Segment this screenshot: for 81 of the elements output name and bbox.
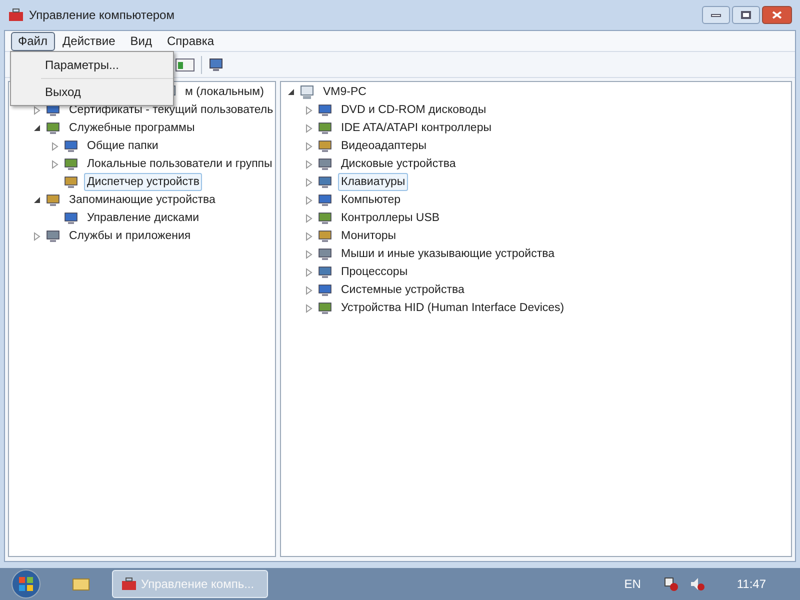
tree-item[interactable]: Запоминающие устройства [66,191,218,209]
device-icon [317,228,333,244]
maximize-button[interactable] [732,6,760,24]
device-icon [63,156,79,172]
expanded-arrow-icon[interactable] [33,196,41,204]
monitor-icon[interactable] [208,56,224,72]
collapsed-arrow-icon[interactable] [305,178,313,186]
collapsed-arrow-icon[interactable] [305,214,313,222]
tree-item[interactable]: Контроллеры USB [338,209,443,227]
collapsed-arrow-icon[interactable] [305,106,313,114]
device-icon [317,210,333,226]
device-icon [317,264,333,280]
toolbox-icon [121,577,137,591]
menu-option[interactable]: Выход [11,81,173,103]
device-icon [63,210,79,226]
device-icon [317,102,333,118]
device-icon [317,282,333,298]
toolbox-icon [8,8,24,22]
close-icon [772,11,782,19]
minimize-button[interactable] [702,6,730,24]
collapsed-arrow-icon[interactable] [305,232,313,240]
tree-item[interactable]: Службы и приложения [66,227,194,245]
tree-item[interactable]: Системные устройства [338,281,468,299]
window-title: Управление компьютером [29,7,174,24]
collapsed-arrow-icon[interactable] [51,142,59,150]
collapsed-arrow-icon[interactable] [305,196,313,204]
tree-item[interactable]: Сертификаты - текущий пользователь [66,101,276,119]
clock[interactable]: 11:47 [736,575,766,593]
menu-option[interactable]: Параметры... [11,54,173,76]
device-icon [317,120,333,136]
menu-item[interactable]: Вид [123,32,159,50]
collapsed-arrow-icon[interactable] [305,268,313,276]
tree-item[interactable]: Мыши и иные указывающие устройства [338,245,558,263]
collapsed-arrow-icon[interactable] [305,142,313,150]
device-icon [317,174,333,190]
tree-item[interactable]: Мониторы [338,227,400,245]
tree-item[interactable]: Компьютер [338,191,404,209]
collapsed-arrow-icon[interactable] [51,160,59,168]
tree-item[interactable]: Локальные пользователи и группы [84,155,276,173]
device-icon [317,192,333,208]
tree-item[interactable]: DVD и CD-ROM дисководы [338,101,490,119]
menu-item[interactable]: Справка [160,32,222,50]
tree-item[interactable]: Служебные программы [66,119,198,137]
tree-item[interactable]: VM9-PC [320,83,370,101]
collapsed-arrow-icon[interactable] [305,286,313,294]
menu-item[interactable]: Файл [11,32,55,50]
collapsed-arrow-icon[interactable] [305,250,313,258]
panel-icon[interactable] [175,56,195,72]
collapsed-arrow-icon[interactable] [305,160,313,168]
collapsed-arrow-icon[interactable] [305,124,313,132]
tree-item[interactable]: IDE ATA/ATAPI контроллеры [338,119,494,137]
device-icon [45,192,61,208]
device-icon [63,138,79,154]
close-button[interactable] [762,6,792,24]
tree-item[interactable]: м (локальным) [182,83,267,101]
network-icon[interactable] [662,576,679,592]
device-icon [45,228,61,244]
menu-item[interactable]: Действие [56,32,122,50]
computer-icon [299,84,315,100]
tree-item[interactable]: Управление дисками [84,209,202,227]
collapsed-arrow-icon[interactable] [33,106,41,114]
expanded-arrow-icon[interactable] [287,88,295,96]
tree-item[interactable]: Устройства HID (Human Interface Devices) [338,299,568,317]
tree-item[interactable]: Дисковые устройства [338,155,459,173]
expanded-arrow-icon[interactable] [33,124,41,132]
tree-item[interactable]: Клавиатуры [338,173,408,191]
collapsed-arrow-icon[interactable] [305,304,313,312]
tree-item[interactable]: Процессоры [338,263,411,281]
tree-item[interactable]: Видеоадаптеры [338,137,430,155]
device-icon [63,174,79,190]
device-icon [45,120,61,136]
tree-item[interactable]: Диспетчер устройств [84,173,202,191]
muted-speaker-icon[interactable] [688,576,705,592]
device-icon [317,156,333,172]
folder-icon[interactable] [72,577,90,591]
device-icon [317,300,333,316]
collapsed-arrow-icon[interactable] [33,232,41,240]
device-icon [317,246,333,262]
device-icon [317,138,333,154]
language-indicator[interactable]: EN [624,575,641,593]
tree-item[interactable]: Общие папки [84,137,162,155]
